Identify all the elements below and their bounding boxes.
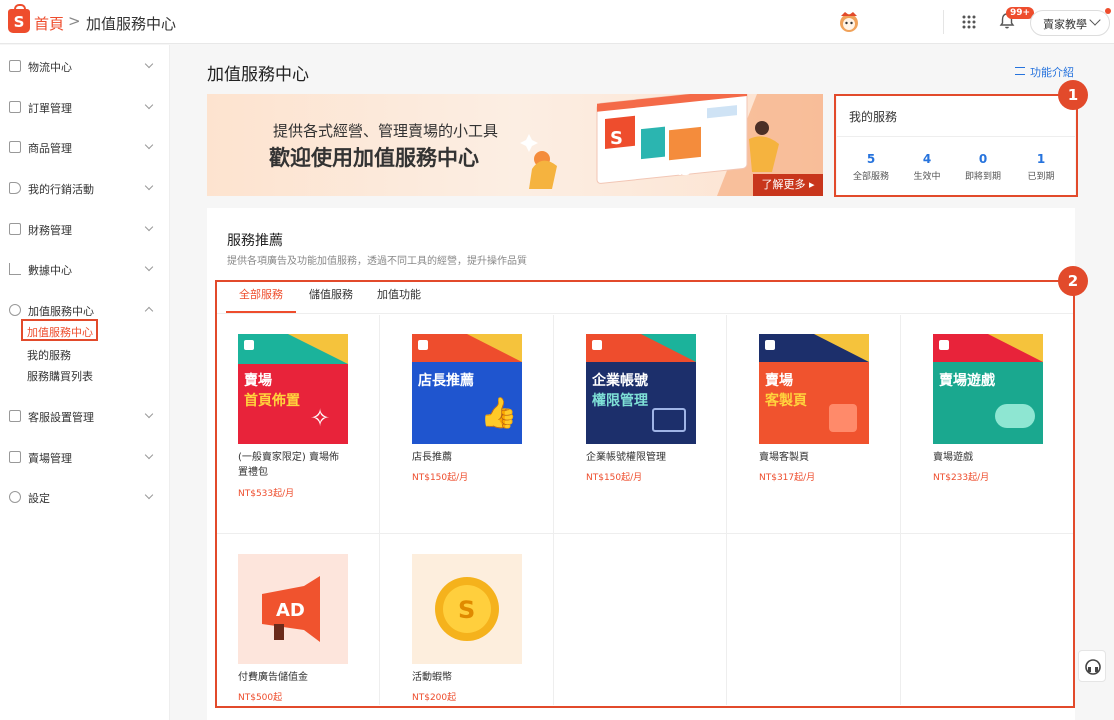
truck-icon (9, 60, 21, 72)
annotation-box-1 (834, 94, 1078, 197)
feature-intro-link[interactable]: 功能介紹 (1030, 64, 1074, 80)
annotation-badge-1: 1 (1058, 80, 1088, 110)
sidebar-item-orders[interactable]: 訂單管理 (0, 93, 170, 123)
section-subtitle: 提供各項廣告及功能加值服務，透過不同工具的經營，提升操作品質 (227, 256, 527, 267)
sidebar-item-data[interactable]: 數據中心 (0, 255, 170, 285)
banner-title: 歡迎使用加值服務中心 (269, 146, 479, 170)
sidebar-item-label: 數據中心 (28, 264, 72, 277)
sidebar-item-logistics[interactable]: 物流中心 (0, 52, 170, 82)
sidebar-item-label: 客服設置管理 (28, 411, 94, 424)
annotation-box-2 (215, 280, 1075, 708)
page-title: 加值服務中心 (207, 65, 309, 85)
top-bar: S 首頁 > 加值服務中心 99+ 賣家教學 (0, 0, 1114, 44)
sidebar-subitem-value-added-center[interactable]: 加值服務中心 (27, 324, 93, 340)
chevron-down-icon (144, 59, 154, 69)
banner-tile-s: S (610, 128, 623, 149)
chevron-down-icon (144, 140, 154, 150)
user-menu[interactable]: 賣家教學 (1030, 8, 1111, 36)
gear-icon (9, 491, 21, 503)
sidebar-item-products[interactable]: 商品管理 (0, 133, 170, 163)
chevron-down-icon (144, 490, 154, 500)
sidebar-item-label: 設定 (28, 492, 50, 505)
sidebar-subitem-purchase-list[interactable]: 服務購買列表 (27, 368, 93, 384)
sidebar-item-finance[interactable]: 財務管理 (0, 215, 170, 245)
sidebar-item-settings[interactable]: 設定 (0, 483, 170, 513)
help-chat-button[interactable] (1078, 650, 1106, 682)
notification-badge: 99+ (1006, 7, 1035, 19)
status-dot (1105, 8, 1111, 14)
store-icon (9, 451, 21, 463)
breadcrumb-separator: > (68, 12, 81, 30)
headset-icon (1085, 659, 1101, 675)
breadcrumb-current: 加值服務中心 (86, 15, 177, 33)
header-divider (943, 10, 944, 34)
sidebar-item-label: 我的行銷活動 (28, 183, 94, 196)
banner-subtitle: 提供各式經營、管理賣場的小工具 (273, 122, 499, 140)
sidebar-item-label: 賣場管理 (28, 452, 72, 465)
chevron-down-icon (144, 262, 154, 272)
diamond-icon (9, 304, 21, 316)
chevron-down-icon (144, 450, 154, 460)
sidebar: 物流中心 訂單管理 商品管理 我的行銷活動 財務管理 數據中心 加值服務中心 加… (0, 45, 170, 720)
breadcrumb-home[interactable]: 首頁 (34, 13, 64, 34)
chevron-down-icon (144, 100, 154, 110)
chevron-down-icon (144, 181, 154, 191)
sidebar-item-customer-service[interactable]: 客服設置管理 (0, 402, 170, 432)
sidebar-item-shop[interactable]: 賣場管理 (0, 443, 170, 473)
chevron-down-icon (144, 409, 154, 419)
clipboard-icon (9, 101, 21, 113)
sidebar-subitem-my-services[interactable]: 我的服務 (27, 347, 71, 363)
sidebar-item-label: 訂單管理 (28, 102, 72, 115)
user-name: 賣家教學 (1043, 18, 1087, 31)
learn-more-button[interactable]: 了解更多 ▸ (753, 174, 823, 196)
chart-icon (9, 263, 21, 275)
tag-icon (9, 182, 21, 194)
list-icon[interactable] (1015, 67, 1025, 75)
chevron-down-icon (1089, 14, 1101, 26)
sidebar-item-label: 物流中心 (28, 61, 72, 74)
promo-banner[interactable]: 提供各式經營、管理賣場的小工具 歡迎使用加值服務中心 S AD 了解更多 ▸ (207, 94, 823, 196)
shopee-logo-icon[interactable]: S (8, 4, 30, 33)
box-icon (9, 141, 21, 153)
chat-icon (9, 410, 21, 422)
mascot-icon[interactable] (836, 10, 862, 34)
apps-grid-icon[interactable] (961, 14, 977, 30)
chevron-up-icon (144, 306, 154, 316)
chevron-down-icon (144, 222, 154, 232)
annotation-badge-2: 2 (1058, 266, 1088, 296)
sidebar-item-marketing[interactable]: 我的行銷活動 (0, 174, 170, 204)
banner-tile-ad: AD (672, 164, 691, 178)
sidebar-item-label: 財務管理 (28, 224, 72, 237)
sidebar-item-label: 加值服務中心 (28, 305, 94, 318)
sidebar-item-label: 商品管理 (28, 142, 72, 155)
section-title: 服務推薦 (227, 233, 283, 249)
wallet-icon (9, 223, 21, 235)
